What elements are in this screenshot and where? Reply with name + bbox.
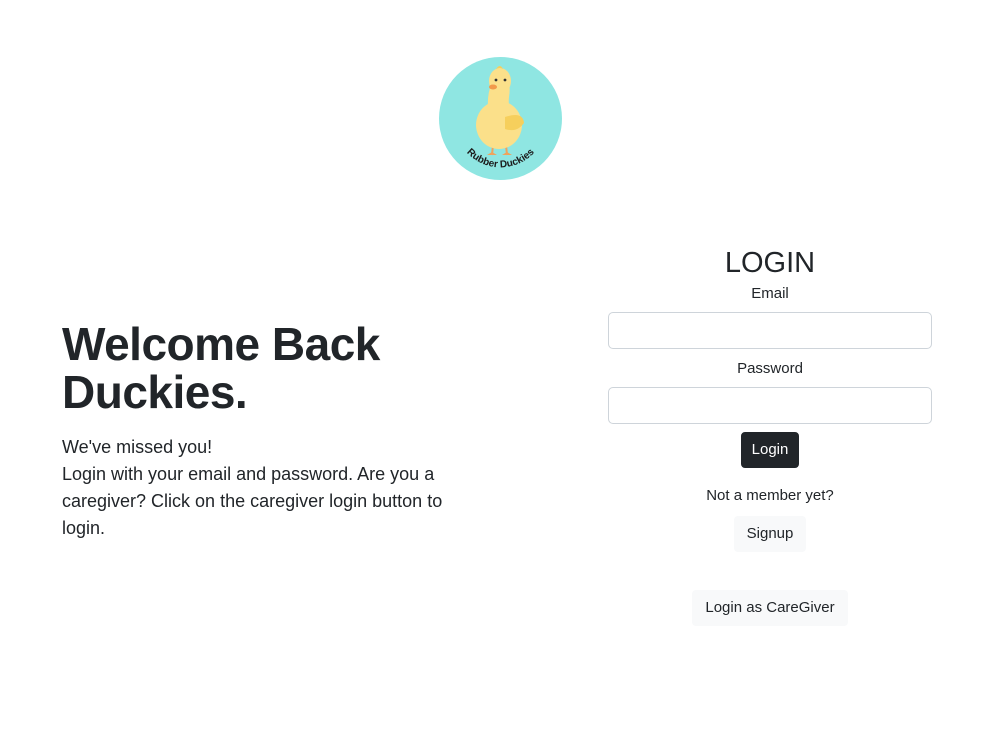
welcome-message: We've missed you! Login with your email … [62,434,482,542]
login-page: Rubber Duckies Welcome Back Duckies. We'… [0,0,1000,731]
email-field[interactable] [608,312,932,349]
login-title: LOGIN [724,247,816,279]
login-form: LOGIN Email Password Login Not a member … [608,244,932,626]
caregiver-login-button[interactable]: Login as CareGiver [692,590,848,626]
email-label: Email [751,285,789,302]
signup-button[interactable]: Signup [733,516,807,552]
welcome-line-2: Login with your email and password. Are … [62,464,443,538]
password-field[interactable] [608,387,932,424]
welcome-section: Welcome Back Duckies. We've missed you! … [62,320,482,542]
not-member-text: Not a member yet? [706,487,834,504]
svg-text:Rubber Duckies: Rubber Duckies [464,146,536,170]
welcome-line-1: We've missed you! [62,437,213,457]
login-button[interactable]: Login [740,432,800,468]
duck-icon: Rubber Duckies [464,66,537,170]
welcome-heading: Welcome Back Duckies. [62,318,380,418]
password-label: Password [737,360,803,377]
rubber-duckies-logo: Rubber Duckies [439,57,562,180]
